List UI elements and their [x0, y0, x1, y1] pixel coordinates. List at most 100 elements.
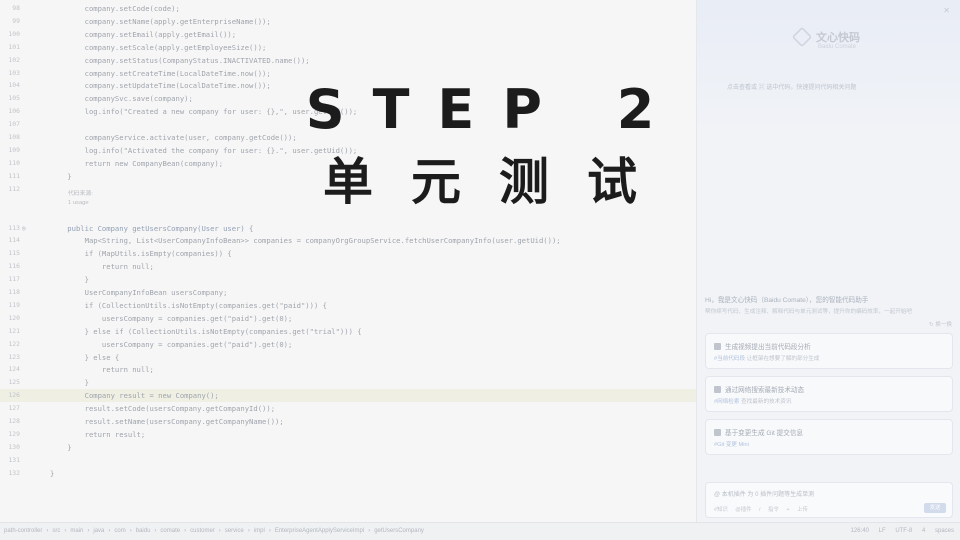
suggestion-card[interactable]: 通过网络搜索最新技术动态 #网络检索 查找最新的技术资讯 — [705, 376, 953, 412]
upload-button[interactable]: + 上传 — [786, 507, 807, 513]
code-line[interactable]: 131 — [0, 454, 696, 467]
line-number[interactable]: 114 — [2, 234, 20, 247]
code-line[interactable]: 126 Company result = new Company(); — [0, 389, 696, 403]
line-number[interactable]: 112 — [2, 183, 20, 196]
code-line[interactable]: 99 company.setName(apply.getEnterpriseNa… — [0, 15, 696, 28]
breadcrumb-item[interactable]: getUsersCompany — [374, 528, 424, 534]
code-line[interactable]: 130 } — [0, 441, 696, 454]
file-encoding[interactable]: UTF-8 — [895, 528, 912, 534]
line-number[interactable]: 126 — [2, 389, 20, 402]
code-text: } — [50, 378, 89, 388]
line-separator[interactable]: LF — [879, 528, 886, 534]
chevron-right-icon: › — [108, 528, 111, 534]
line-number[interactable]: 106 — [2, 105, 20, 118]
code-line[interactable]: 100 company.setEmail(apply.getEmail()); — [0, 28, 696, 41]
code-line[interactable]: 128 result.setName(usersCompany.getCompa… — [0, 415, 696, 428]
breadcrumb-item[interactable]: service — [225, 528, 244, 534]
plugin-button[interactable]: @插件 — [735, 507, 751, 513]
line-number[interactable]: 119 — [2, 299, 20, 312]
breadcrumb-item[interactable]: customer — [190, 528, 215, 534]
line-number[interactable]: 102 — [2, 54, 20, 67]
line-number[interactable]: 129 — [2, 428, 20, 441]
card-desc: 查找最新的技术资讯 — [741, 399, 792, 405]
indent-setting[interactable]: 4 spaces — [922, 528, 954, 534]
usage-hint[interactable]: 1 usage — [68, 200, 89, 206]
breadcrumb-item[interactable]: impl — [254, 528, 265, 534]
cursor-position[interactable]: 126:40 — [851, 528, 869, 534]
code-line[interactable]: 129 return result; — [0, 428, 696, 441]
code-line[interactable]: 116 return null; — [0, 260, 696, 273]
line-number[interactable]: 109 — [2, 144, 20, 157]
line-number[interactable]: 103 — [2, 67, 20, 80]
send-button[interactable]: 发送 — [924, 503, 946, 513]
code-line[interactable]: 120 usersCompany = companies.get("paid")… — [0, 312, 696, 325]
code-line[interactable]: 118 UserCompanyInfoBean usersCompany; — [0, 286, 696, 299]
code-line[interactable]: 98 company.setCode(code); — [0, 2, 696, 15]
breadcrumb-item[interactable]: baidu — [136, 528, 151, 534]
line-number[interactable]: 128 — [2, 415, 20, 428]
line-number[interactable]: 130 — [2, 441, 20, 454]
chat-input[interactable]: @ 本机插件 为 0 插件问题等生成单测 #知识 @插件 / 指令 + 上传 发… — [705, 482, 953, 518]
line-number[interactable]: 99 — [2, 15, 20, 28]
code-line[interactable]: 114 Map<String, List<UserCompanyInfoBean… — [0, 234, 696, 247]
code-line[interactable]: 119 if (CollectionUtils.isNotEmpty(compa… — [0, 299, 696, 312]
line-number[interactable]: 117 — [2, 273, 20, 286]
breadcrumb-item[interactable]: comate — [160, 528, 180, 534]
line-number[interactable]: 113 — [2, 222, 20, 235]
code-line[interactable]: 123 } else { — [0, 351, 696, 364]
line-number[interactable]: 127 — [2, 402, 20, 415]
line-number[interactable]: 108 — [2, 131, 20, 144]
code-text: } — [50, 275, 89, 285]
code-line[interactable]: 113 public Company getUsersCompany(User … — [0, 222, 696, 235]
gutter-marker-icon[interactable]: ◎ — [22, 222, 26, 235]
code-text: } — [50, 171, 72, 181]
breadcrumb-item[interactable]: main — [70, 528, 83, 534]
code-line[interactable]: 115 if (MapUtils.isEmpty(companies)) { — [0, 247, 696, 260]
line-number[interactable]: 118 — [2, 286, 20, 299]
code-line[interactable]: 125 } — [0, 376, 696, 389]
code-line[interactable]: 117 } — [0, 273, 696, 286]
line-number[interactable]: 111 — [2, 170, 20, 183]
refresh-suggestions-button[interactable]: ↻ 换一换 — [929, 320, 952, 328]
line-number[interactable]: 100 — [2, 28, 20, 41]
line-number[interactable]: 124 — [2, 363, 20, 376]
breadcrumb-item[interactable]: java — [93, 528, 104, 534]
command-button[interactable]: / 指令 — [759, 507, 779, 513]
line-number[interactable]: 110 — [2, 157, 20, 170]
code-line[interactable]: 122 usersCompany = companies.get("paid")… — [0, 338, 696, 351]
breadcrumb-item[interactable]: src — [52, 528, 60, 534]
code-line[interactable]: 121 } else if (CollectionUtils.isNotEmpt… — [0, 325, 696, 338]
line-number[interactable]: 131 — [2, 454, 20, 467]
breadcrumb-item[interactable]: path-controller — [4, 528, 42, 534]
line-number[interactable]: 121 — [2, 325, 20, 338]
code-text: } — [50, 468, 55, 478]
code-line[interactable]: 132} — [0, 467, 696, 480]
line-number[interactable]: 104 — [2, 79, 20, 92]
code-text: company.setName(apply.getEnterpriseName(… — [50, 16, 271, 26]
breadcrumb-item[interactable]: com — [114, 528, 125, 534]
code-text: company.setCode(code); — [50, 4, 180, 13]
close-icon[interactable]: ✕ — [943, 6, 950, 15]
line-number[interactable]: 123 — [2, 351, 20, 364]
code-text: result.setCode(usersCompany.getCompanyId… — [50, 404, 276, 414]
chevron-right-icon: › — [87, 528, 90, 534]
breadcrumb-item[interactable]: EnterpriseAgentApplyServiceImpl — [275, 528, 364, 534]
suggestion-card[interactable]: 基于变更生成 Git 提交信息 #Git 变更 Mini — [705, 419, 953, 455]
line-number[interactable]: 120 — [2, 312, 20, 325]
line-number[interactable]: 132 — [2, 467, 20, 480]
line-number[interactable]: 115 — [2, 247, 20, 260]
suggestion-card[interactable]: 生成视频提出当前代码段分析 #当前代码段 让框架在想要了解的部分生成 — [705, 333, 953, 369]
code-line[interactable]: 102 company.setStatus(CompanyStatus.INAC… — [0, 54, 696, 67]
line-number[interactable]: 105 — [2, 92, 20, 105]
line-number[interactable]: 122 — [2, 338, 20, 351]
line-number[interactable]: 107 — [2, 118, 20, 131]
search-icon — [714, 386, 721, 393]
knowledge-button[interactable]: #知识 — [714, 507, 728, 513]
code-line[interactable]: 101 company.setScale(apply.getEmployeeSi… — [0, 41, 696, 54]
line-number[interactable]: 101 — [2, 41, 20, 54]
line-number[interactable]: 116 — [2, 260, 20, 273]
line-number[interactable]: 98 — [2, 2, 20, 15]
code-line[interactable]: 124 return null; — [0, 363, 696, 376]
code-line[interactable]: 127 result.setCode(usersCompany.getCompa… — [0, 402, 696, 415]
line-number[interactable]: 125 — [2, 376, 20, 389]
